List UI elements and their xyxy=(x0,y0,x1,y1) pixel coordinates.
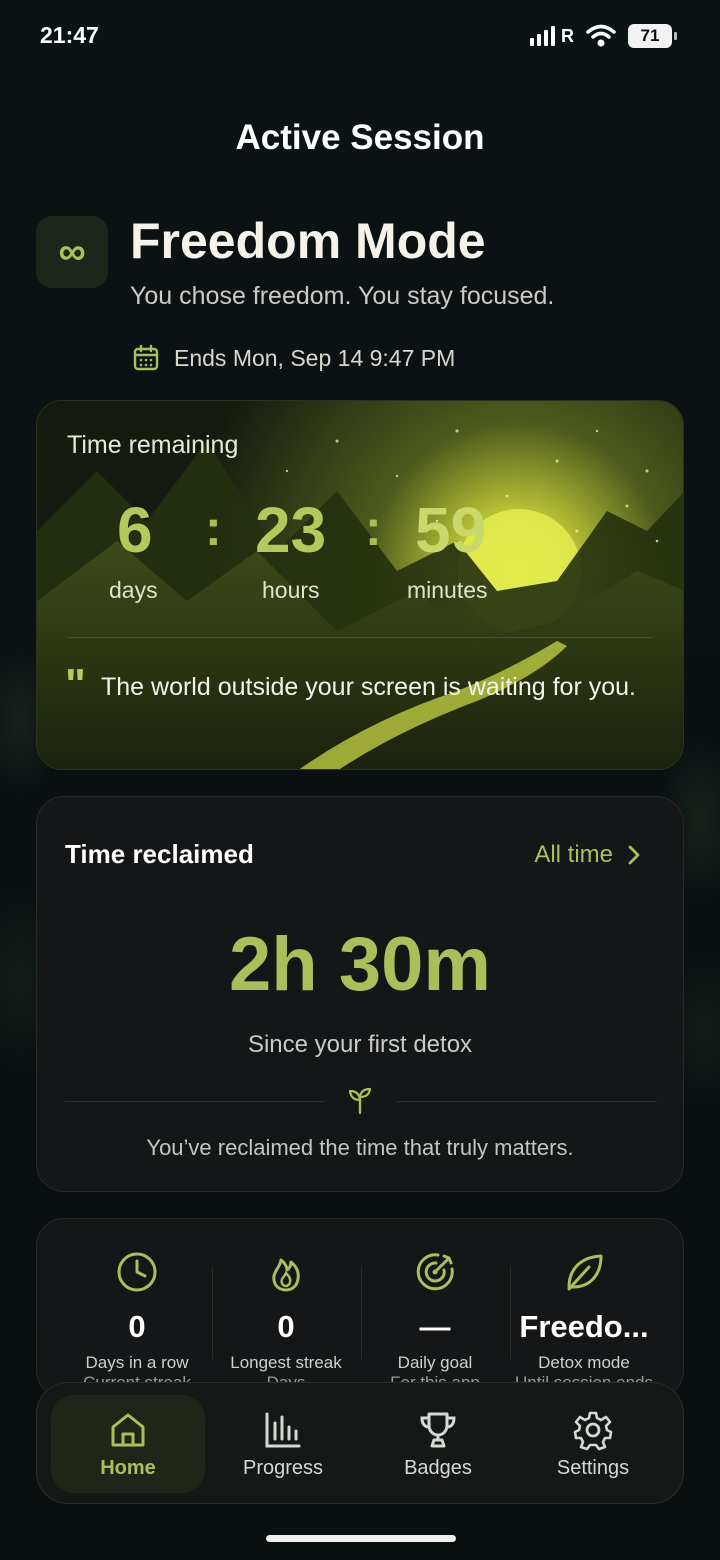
leaf-icon xyxy=(567,1254,603,1291)
hours-value: 23 xyxy=(255,494,327,566)
page-title: Active Session xyxy=(235,118,485,157)
days-unit: days xyxy=(109,577,158,603)
trophy-icon xyxy=(420,1412,456,1448)
stat-current-streak: 0 Days in a row Current streak xyxy=(62,1219,212,1397)
countdown-separator: : xyxy=(205,500,222,556)
time-reclaimed-value: 2h 30m xyxy=(229,922,491,1007)
target-icon xyxy=(416,1253,454,1291)
all-time-label: All time xyxy=(534,841,613,868)
status-icons: R 71 xyxy=(530,24,677,48)
stat-value: 0 xyxy=(128,1309,146,1344)
mode-subtitle: You chose freedom. You stay focused. xyxy=(130,282,555,310)
divider-line xyxy=(397,1101,657,1102)
motivational-quote: The world outside your screen is waiting… xyxy=(101,673,636,701)
countdown-separator: : xyxy=(365,500,382,556)
carrier-badge: R xyxy=(561,25,574,46)
countdown-card: Time remaining 6 : 23 : 59 days hours mi… xyxy=(36,400,684,770)
stat-daily-goal: — Daily goal For this app xyxy=(360,1219,510,1397)
status-time: 21:47 xyxy=(40,22,99,48)
time-reclaimed-message: You’ve reclaimed the time that truly mat… xyxy=(146,1135,574,1160)
nav-label: Progress xyxy=(242,1457,324,1479)
time-reclaimed-title: Time reclaimed xyxy=(65,839,254,869)
nav-home[interactable]: Home xyxy=(51,1395,205,1493)
bar-chart-icon xyxy=(265,1412,301,1448)
stats-card: 0 Days in a row Current streak 0 Longest… xyxy=(36,1218,684,1398)
home-icon xyxy=(111,1413,145,1447)
nav-badges[interactable]: Badges xyxy=(361,1395,515,1493)
minutes-unit: minutes xyxy=(407,577,488,603)
gear-icon xyxy=(573,1411,613,1451)
clock-icon xyxy=(117,1252,157,1292)
session-end-row: Ends Mon, Sep 14 9:47 PM xyxy=(132,344,455,372)
stat-label: Days in a row xyxy=(85,1353,189,1372)
days-value: 6 xyxy=(117,494,153,566)
calendar-icon xyxy=(133,344,159,371)
session-end-label: Ends Mon, Sep 14 9:47 PM xyxy=(174,344,456,371)
hero-divider xyxy=(67,637,653,638)
all-time-filter[interactable]: All time xyxy=(534,841,641,869)
infinity-icon: ∞ xyxy=(36,216,108,288)
nav-progress[interactable]: Progress xyxy=(206,1395,360,1493)
chevron-right-icon xyxy=(628,845,640,865)
bottom-navigation: Home Progress Badges Settings xyxy=(36,1382,684,1504)
battery-indicator: 71 xyxy=(628,24,677,48)
stat-value: Freedo... xyxy=(519,1309,649,1344)
signal-icon xyxy=(530,26,555,46)
nav-label: Badges xyxy=(404,1457,472,1479)
status-bar: 21:47 R 71 xyxy=(0,0,720,72)
time-reclaimed-card: Time reclaimed All time 2h 30m Since you… xyxy=(36,796,684,1192)
time-remaining-label: Time remaining xyxy=(67,431,239,459)
stat-label: Daily goal xyxy=(397,1353,473,1372)
stat-detox-mode: Freedo... Detox mode Until session ends xyxy=(509,1219,659,1397)
stat-value: 0 xyxy=(277,1309,295,1344)
time-reclaimed-since: Since your first detox xyxy=(247,1031,473,1058)
minutes-value: 59 xyxy=(415,494,487,566)
nav-label: Settings xyxy=(556,1457,630,1479)
home-indicator[interactable] xyxy=(266,1535,456,1542)
mode-title: Freedom Mode xyxy=(130,213,486,269)
stat-longest-streak: 0 Longest streak Days xyxy=(211,1219,361,1397)
stat-label: Longest streak xyxy=(230,1353,342,1372)
nav-label: Home xyxy=(100,1457,156,1479)
quote-icon: " xyxy=(65,660,86,709)
sprout-icon xyxy=(348,1087,372,1115)
nav-settings[interactable]: Settings xyxy=(516,1395,670,1493)
flame-icon xyxy=(272,1258,300,1292)
wifi-icon xyxy=(586,24,616,47)
divider-line xyxy=(65,1101,325,1102)
hours-unit: hours xyxy=(262,577,320,603)
stat-value: — xyxy=(419,1309,451,1344)
stat-label: Detox mode xyxy=(538,1353,630,1372)
